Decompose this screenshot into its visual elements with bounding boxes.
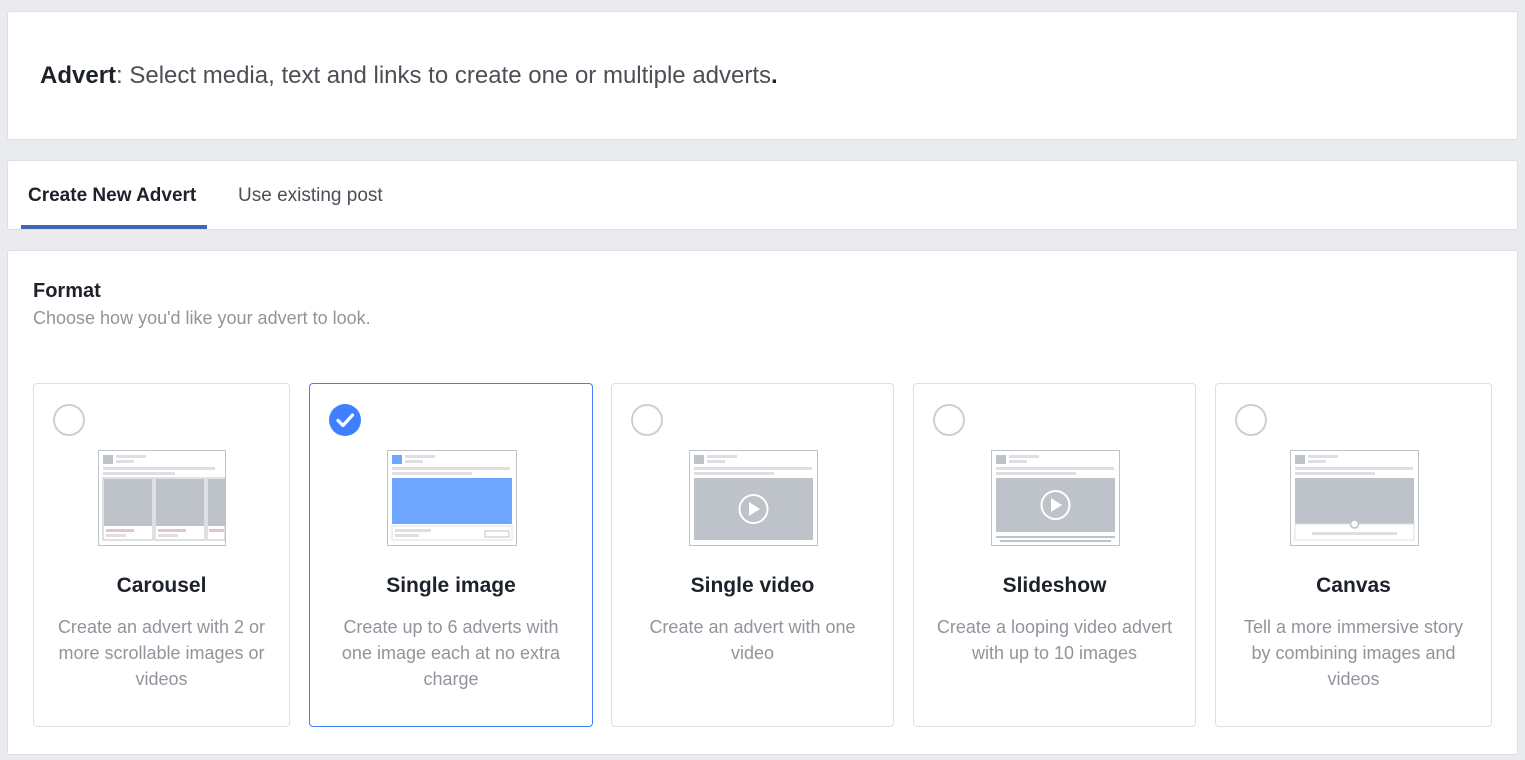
heading-period: . <box>771 62 778 89</box>
heading-bold: Advert <box>40 62 117 89</box>
format-card-single-video[interactable]: Single video Create an advert with one v… <box>611 383 894 727</box>
single-video-preview-icon <box>689 450 818 546</box>
carousel-preview-icon <box>98 450 226 546</box>
format-card-canvas[interactable]: Canvas Tell a more immersive story by co… <box>1215 383 1492 727</box>
slideshow-preview-icon <box>991 450 1120 546</box>
heading-text: : Select media, text and links to create… <box>116 62 772 89</box>
format-title: Format <box>33 280 101 302</box>
tab-create-new-advert[interactable]: Create New Advert <box>28 185 196 207</box>
page-heading: Advert: Select media, text and links to … <box>40 62 778 90</box>
slideshow-radio[interactable] <box>933 404 965 436</box>
carousel-description: Create an advert with 2 or more scrollab… <box>57 617 266 689</box>
single-image-title: Single image <box>386 574 516 597</box>
canvas-title: Canvas <box>1316 574 1391 597</box>
format-section: Format Choose how you'd like your advert… <box>7 250 1518 755</box>
carousel-title: Carousel <box>116 574 207 597</box>
format-subtitle: Choose how you'd like your advert to loo… <box>33 308 371 328</box>
format-card-carousel[interactable]: Carousel Create an advert with 2 or more… <box>33 383 290 727</box>
canvas-description: Tell a more immersive story by combining… <box>1243 617 1464 689</box>
single-image-description: Create up to 6 adverts with one image ea… <box>341 617 561 689</box>
single-video-description: Create an advert with one video <box>649 617 856 663</box>
single-image-preview-icon <box>387 450 517 546</box>
tab-use-existing-post[interactable]: Use existing post <box>238 185 383 207</box>
active-tab-indicator <box>21 225 207 229</box>
slideshow-title: Slideshow <box>1002 574 1107 597</box>
single-video-radio[interactable] <box>631 404 663 436</box>
canvas-preview-icon <box>1290 450 1419 546</box>
format-card-single-image[interactable]: Single image Create up to 6 adverts with… <box>309 383 593 727</box>
header-panel: Advert: Select media, text and links to … <box>7 11 1518 140</box>
checkmark-icon <box>336 413 355 428</box>
single-video-title: Single video <box>690 574 815 597</box>
single-image-radio[interactable] <box>329 404 361 436</box>
format-card-slideshow[interactable]: Slideshow Create a looping video advert … <box>913 383 1196 727</box>
carousel-radio[interactable] <box>53 404 85 436</box>
canvas-radio[interactable] <box>1235 404 1267 436</box>
tab-bar: Create New Advert Use existing post <box>7 160 1518 230</box>
slideshow-description: Create a looping video advert with up to… <box>936 617 1173 663</box>
